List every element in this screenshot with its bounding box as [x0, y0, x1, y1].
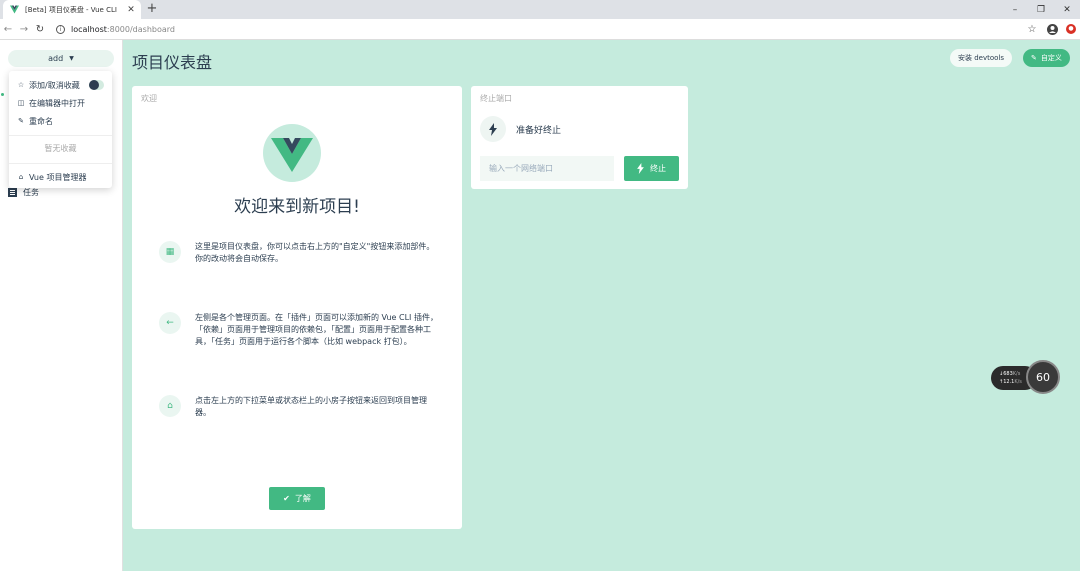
- menu-item-label: 添加/取消收藏: [29, 80, 80, 90]
- sidebar-item-label: 任务: [23, 188, 39, 197]
- tip-item: ▦ 这里是项目仪表盘，你可以点击右上方的"自定义"按钮来添加部件。你的改动将会自…: [159, 241, 439, 265]
- kill-label: 终止: [650, 164, 666, 173]
- project-select-dropdown[interactable]: add ▼: [8, 50, 114, 67]
- window-close-icon[interactable]: ✕: [1054, 0, 1080, 19]
- kill-status: 准备好终止: [480, 116, 561, 142]
- fps-gauge: 60: [1026, 360, 1060, 394]
- extension-icon[interactable]: ●: [1066, 24, 1076, 34]
- dashboard-icon: ▦: [159, 241, 181, 263]
- welcome-heading: 欢迎来到新项目!: [234, 197, 360, 217]
- active-indicator: [1, 93, 4, 96]
- vue-favicon-icon: [10, 5, 19, 14]
- lightning-icon: [480, 116, 506, 142]
- tip-text: 左侧是各个管理页面。在「插件」页面可以添加新的 Vue CLI 插件，「依赖」页…: [195, 313, 438, 346]
- minimize-icon[interactable]: –: [1002, 0, 1028, 19]
- welcome-widget: 欢迎 欢迎来到新项目! ▦ 这里是项目仪表盘，你可以点击右上方的"自定义"按钮来…: [132, 86, 462, 529]
- got-it-label: 了解: [294, 494, 311, 503]
- url-field[interactable]: i localhost :8000/dashboard: [56, 24, 175, 34]
- reload-icon[interactable]: ↻: [32, 24, 48, 35]
- project-name: add: [48, 54, 64, 63]
- tip-item: ← 左侧是各个管理页面。在「插件」页面可以添加新的 Vue CLI 插件，「依赖…: [159, 312, 439, 348]
- menu-item-label: Vue 项目管理器: [29, 172, 87, 182]
- toggle-knob: [89, 80, 99, 90]
- home-icon: ⌂: [18, 173, 24, 181]
- home-icon: ⌂: [159, 395, 181, 417]
- sidebar-item-tasks[interactable]: 任务: [8, 187, 39, 198]
- kill-port-card-title: 终止端口: [480, 94, 512, 103]
- kill-status-text: 准备好终止: [516, 125, 562, 136]
- forward-icon[interactable]: →: [16, 24, 32, 35]
- star-icon: ☆: [17, 81, 25, 89]
- menu-item-open-editor[interactable]: ◫ 在编辑器中打开: [9, 95, 112, 111]
- favorite-toggle[interactable]: [89, 80, 104, 90]
- fps-monitor-widget[interactable]: ↓683K/s ↑12.1K/s 60: [991, 360, 1060, 394]
- chevron-down-icon: ▼: [69, 55, 74, 62]
- check-icon: ✔: [283, 494, 290, 503]
- back-icon[interactable]: ←: [0, 24, 16, 35]
- vue-logo-icon: [263, 124, 321, 182]
- new-tab-icon[interactable]: +: [145, 1, 159, 16]
- menu-item-label: 在编辑器中打开: [29, 98, 85, 108]
- arrow-left-icon: ←: [159, 312, 181, 334]
- window-controls: – ❐ ✕: [1002, 0, 1080, 19]
- page-title: 项目仪表盘: [132, 53, 213, 72]
- welcome-card-title: 欢迎: [141, 94, 157, 103]
- menu-item-favorite[interactable]: ☆ 添加/取消收藏: [9, 77, 112, 93]
- tasks-icon: [8, 188, 17, 197]
- url-path: :8000/dashboard: [106, 24, 175, 34]
- customize-label: 自定义: [1040, 54, 1062, 62]
- profile-icon[interactable]: [1046, 23, 1058, 35]
- tip-text: 这里是项目仪表盘，你可以点击右上方的"自定义"按钮来添加部件。你的改动将会自动保…: [195, 242, 435, 263]
- customize-button[interactable]: ✎ 自定义: [1023, 49, 1070, 67]
- menu-item-rename[interactable]: ✎ 重命名: [9, 113, 112, 129]
- tab-close-icon[interactable]: ✕: [125, 5, 137, 15]
- menu-divider: [9, 135, 112, 136]
- browser-tab[interactable]: [Beta] 项目仪表盘 - Vue CLI ✕: [3, 0, 141, 19]
- favorites-empty-label: 暂无收藏: [44, 144, 77, 153]
- restore-icon[interactable]: ❐: [1028, 0, 1054, 19]
- kill-button[interactable]: 终止: [624, 156, 679, 181]
- fps-value: 60: [1036, 370, 1050, 384]
- got-it-button[interactable]: ✔ 了解: [269, 487, 325, 510]
- site-info-icon[interactable]: i: [56, 24, 65, 34]
- menu-divider: [9, 163, 112, 164]
- url-host: localhost: [71, 24, 107, 34]
- toolbar-right: ☆ ●: [1026, 23, 1076, 35]
- project-dropdown-menu: ☆ 添加/取消收藏 ◫ 在编辑器中打开 ✎ 重命名 暂无收藏 ⌂ Vue 项目管…: [9, 71, 112, 188]
- port-input[interactable]: [480, 156, 614, 181]
- editor-icon: ◫: [17, 99, 25, 107]
- tip-item: ⌂ 点击左上方的下拉菜单或状态栏上的小房子按钮来返回到项目管理器。: [159, 395, 439, 419]
- browser-tab-bar: [Beta] 项目仪表盘 - Vue CLI ✕ + – ❐ ✕: [0, 0, 1080, 19]
- pencil-icon: ✎: [1031, 54, 1037, 62]
- menu-item-label: 重命名: [29, 116, 53, 126]
- bookmark-star-icon[interactable]: ☆: [1026, 23, 1038, 35]
- tip-text: 点击左上方的下拉菜单或状态栏上的小房子按钮来返回到项目管理器。: [195, 396, 427, 417]
- tab-title: [Beta] 项目仪表盘 - Vue CLI: [25, 5, 117, 14]
- lightning-icon: [637, 163, 644, 174]
- install-devtools-button[interactable]: 安装 devtools: [950, 49, 1013, 67]
- menu-item-project-manager[interactable]: ⌂ Vue 项目管理器: [9, 169, 112, 185]
- pencil-icon: ✎: [18, 117, 24, 125]
- kill-port-widget: 终止端口 准备好终止 终止: [471, 86, 688, 189]
- address-bar: ← → ↻ i localhost :8000/dashboard ☆ ●: [0, 19, 1080, 40]
- main-content: 项目仪表盘 安装 devtools ✎ 自定义 欢迎 欢迎来到新项目! ▦ 这里…: [123, 40, 1080, 571]
